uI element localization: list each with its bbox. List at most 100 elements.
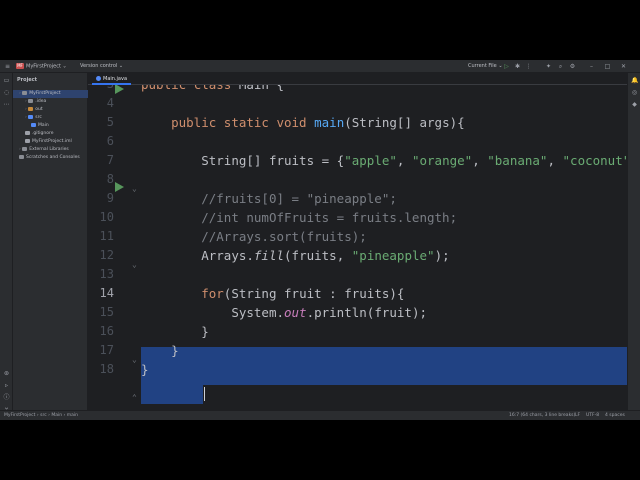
- tree-item[interactable]: › External Libraries: [13, 146, 88, 154]
- right-tool-strip: 🔔 ◎ ◆: [627, 73, 640, 410]
- scratch-icon: [19, 154, 24, 159]
- code-editor[interactable]: 3 4 5 6 7 8 9 10 11 12 13 14 15 16 17 18 ⌄ ⌄ ⌄ ⌃ public…: [88, 85, 627, 409]
- line-number: 3: [88, 85, 114, 94]
- folder-orange-icon: [28, 106, 34, 111]
- run-config-selector[interactable]: Current File ⌄: [468, 63, 503, 70]
- line-separator[interactable]: LF: [575, 411, 580, 420]
- tree-item[interactable]: Scratches and Consoles: [13, 154, 88, 162]
- tree-item[interactable]: › src: [13, 114, 88, 122]
- tree-item[interactable]: .gitignore: [13, 130, 88, 138]
- commit-tool-icon[interactable]: ◌: [3, 89, 10, 96]
- code-line: //fruits[0] = "pineapple";: [201, 191, 397, 206]
- project-panel-header[interactable]: Project: [17, 77, 37, 83]
- code-line: Arrays.fill(fruits, "pineapple");: [201, 248, 450, 263]
- tree-item-label: .idea: [35, 99, 47, 104]
- more-actions-icon[interactable]: ⋮: [525, 63, 532, 70]
- ide-window: ≡ MF MyFirstProject ⌄ Version control ⌄ C…: [0, 60, 640, 420]
- fold-icon[interactable]: ⌄: [132, 184, 137, 194]
- status-bar: MyFirstProject › src › Main › main 16:7 …: [0, 410, 640, 420]
- folder-icon: [22, 90, 28, 95]
- line-number: 11: [99, 229, 114, 243]
- tree-item[interactable]: › MyFirstProject: [13, 90, 88, 98]
- tab-main-java[interactable]: Main.java: [92, 73, 132, 85]
- indent-setting[interactable]: 4 spaces: [605, 411, 625, 420]
- tree-item-label: .gitignore: [32, 131, 54, 136]
- library-icon: [22, 146, 28, 151]
- selection-highlight: [141, 347, 627, 366]
- services-tool-icon[interactable]: ⊛: [3, 370, 10, 377]
- code-line: }: [141, 324, 209, 339]
- folder-icon: [28, 98, 34, 103]
- vcs-label: Version control: [80, 63, 118, 69]
- file-icon: [25, 138, 30, 143]
- code-line: System.out.println(fruit);: [231, 305, 428, 320]
- structure-tool-icon[interactable]: ⋯: [3, 101, 10, 108]
- database-icon[interactable]: ◎: [631, 89, 638, 96]
- project-panel: Project › MyFirstProject › .idea › out › sr…: [13, 73, 88, 410]
- ai-assistant-icon[interactable]: ✦: [545, 63, 552, 70]
- title-bar: ≡ MF MyFirstProject ⌄ Version control ⌄ C…: [0, 60, 640, 73]
- run-main-icon[interactable]: [115, 182, 124, 192]
- fold-icon[interactable]: ⌄: [132, 260, 137, 270]
- notifications-icon[interactable]: 🔔: [631, 77, 638, 84]
- code-line: public static void main(String[] args){: [171, 115, 465, 130]
- code-line: //Arrays.sort(fruits);: [201, 229, 367, 244]
- search-icon[interactable]: ⌕: [557, 63, 564, 70]
- tree-item-label: Main: [38, 123, 49, 128]
- tree-item-label: MyFirstProject.iml: [32, 139, 72, 144]
- run-class-icon[interactable]: [115, 85, 124, 94]
- terminal-tool-icon[interactable]: ▹: [3, 382, 10, 389]
- left-tool-strip: ▭ ◌ ⋯ ⊛ ▹ ⓘ ⑂: [0, 73, 13, 413]
- code-line: String[] fruits = {"apple", "orange", "b…: [201, 153, 627, 168]
- breadcrumb-method[interactable]: main: [67, 413, 78, 418]
- class-icon: [31, 122, 36, 127]
- line-number: 18: [99, 362, 114, 376]
- line-number: 12: [99, 248, 114, 262]
- tree-item-label: MyFirstProject: [29, 91, 61, 96]
- file-encoding[interactable]: UTF-8: [586, 411, 599, 420]
- debug-icon[interactable]: ✱: [514, 63, 521, 70]
- fold-icon[interactable]: ⌄: [132, 355, 137, 365]
- line-number: 5: [106, 115, 114, 129]
- tree-item-label: External Libraries: [29, 147, 69, 152]
- line-number: 10: [99, 210, 114, 224]
- tree-item[interactable]: › .idea: [13, 98, 88, 106]
- tree-item-label: Scratches and Consoles: [26, 155, 80, 160]
- selection-highlight: [141, 366, 627, 385]
- file-icon: [25, 130, 30, 135]
- run-icon[interactable]: ▷: [503, 63, 510, 70]
- breadcrumb-class[interactable]: Main: [51, 413, 62, 418]
- caret-position[interactable]: 16:7 (64 chars, 3 line breaks): [509, 411, 575, 420]
- tree-item-label: src: [35, 115, 42, 120]
- tree-item[interactable]: Main: [13, 122, 88, 130]
- main-menu-icon[interactable]: ≡: [4, 63, 11, 70]
- tab-label: Main.java: [103, 76, 128, 82]
- run-config-label: Current File: [468, 63, 497, 69]
- project-switcher[interactable]: MF MyFirstProject ⌄: [16, 63, 67, 71]
- line-number: 16: [99, 324, 114, 338]
- project-name: MyFirstProject: [26, 63, 61, 70]
- line-number: 9: [106, 191, 114, 205]
- gradle-icon[interactable]: ◆: [631, 101, 638, 108]
- line-number: 13: [99, 267, 114, 281]
- text-caret: [204, 387, 205, 401]
- close-icon[interactable]: ✕: [620, 63, 627, 70]
- tree-item[interactable]: › out: [13, 106, 88, 114]
- code-line: //int numOfFruits = fruits.length;: [201, 210, 458, 225]
- editor-tab-bar: Main.java: [88, 73, 627, 85]
- code-line: public class Main {: [141, 85, 284, 94]
- java-file-icon: [96, 76, 101, 81]
- settings-icon[interactable]: ⚙: [569, 63, 576, 70]
- nav-breadcrumb: MyFirstProject › src › Main › main: [4, 413, 79, 418]
- vcs-widget[interactable]: Version control ⌄: [80, 63, 123, 70]
- maximize-icon[interactable]: □: [604, 63, 611, 70]
- project-tool-icon[interactable]: ▭: [3, 77, 10, 84]
- line-number: 6: [106, 134, 114, 148]
- breadcrumb-src[interactable]: src: [40, 413, 47, 418]
- tree-item[interactable]: MyFirstProject.iml: [13, 138, 88, 146]
- project-badge: MF: [16, 63, 24, 69]
- minimize-icon[interactable]: –: [588, 63, 595, 70]
- fold-icon[interactable]: ⌃: [132, 393, 137, 403]
- breadcrumb-project[interactable]: MyFirstProject: [4, 413, 35, 418]
- problems-tool-icon[interactable]: ⓘ: [3, 394, 10, 401]
